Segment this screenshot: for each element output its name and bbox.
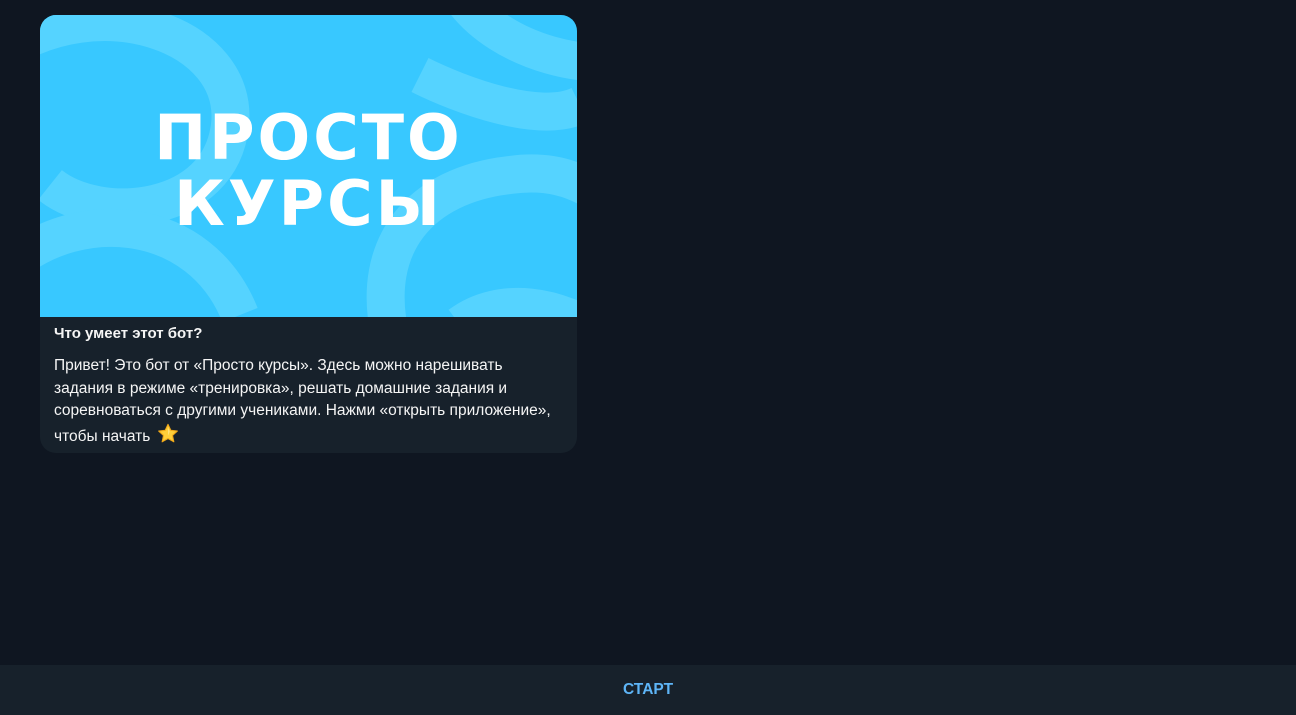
- card-body: Что умеет этот бот? Привет! Это бот от «…: [40, 317, 577, 453]
- card-title: Что умеет этот бот?: [54, 325, 203, 342]
- bot-info-card: ПРОСТО КУРСЫ Что умеет этот бот? Привет!…: [40, 15, 577, 453]
- bottom-bar: СТАРТ: [0, 665, 1296, 715]
- logo-line-1: ПРОСТО: [154, 101, 463, 174]
- logo-line-2: КУРСЫ: [174, 167, 443, 240]
- card-description-wrapper: Привет! Это бот от «Просто курсы». Здесь…: [54, 355, 559, 451]
- chat-area: ПРОСТО КУРСЫ Что умеет этот бот? Привет!…: [0, 0, 1296, 665]
- start-button[interactable]: СТАРТ: [0, 665, 1296, 715]
- star-icon: [157, 423, 179, 452]
- card-description: Привет! Это бот от «Просто курсы». Здесь…: [54, 357, 551, 445]
- bot-cover-image: ПРОСТО КУРСЫ: [40, 15, 577, 317]
